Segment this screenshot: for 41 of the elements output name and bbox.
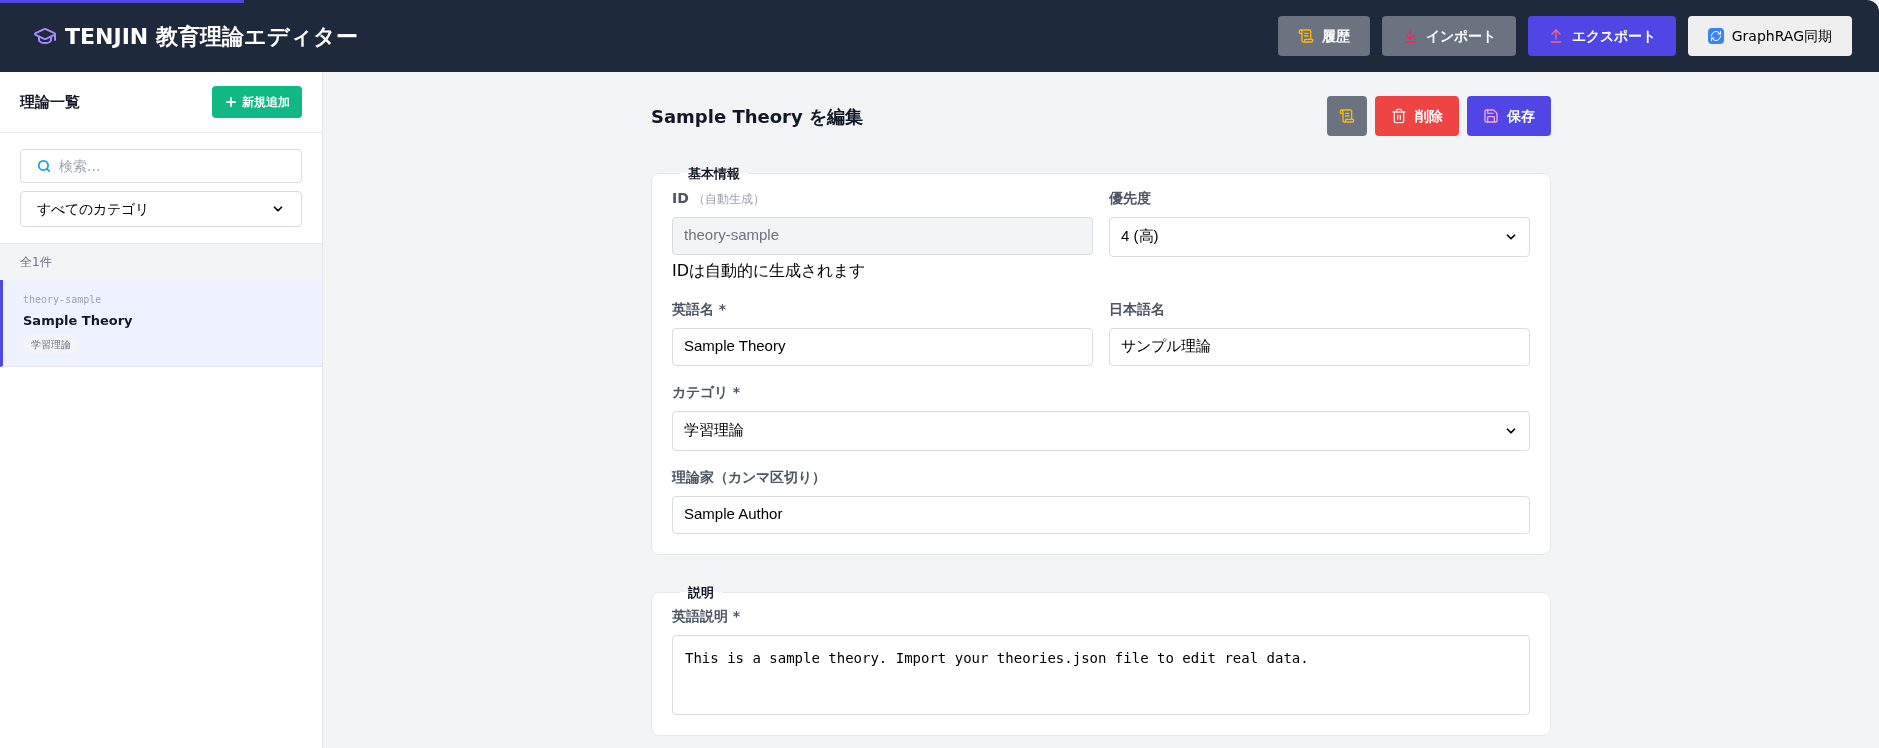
field-label: 日本語名	[1109, 299, 1165, 319]
category-tag: 学習理論	[23, 334, 79, 354]
scroll-icon	[1297, 28, 1314, 44]
text-area[interactable]: This is a sample theory. Import your theories.json file to edit real data.	[672, 635, 1530, 715]
field-hint: （自動生成）	[692, 190, 765, 208]
field-label: 優先度	[1109, 188, 1151, 208]
field-label: カテゴリ *	[672, 382, 741, 402]
sidebar-title: 理論一覧	[20, 91, 80, 113]
export-button[interactable]: エクスポート	[1527, 16, 1676, 56]
theory-name: Sample Theory	[23, 312, 133, 330]
history-button[interactable]	[1327, 96, 1367, 136]
text-field[interactable]: Sample Theory	[672, 327, 1093, 366]
theory-list-item[interactable]: theory-sample Sample Theory 学習理論	[0, 280, 322, 367]
text-field[interactable]: Sample Author	[672, 495, 1530, 534]
field-label: 英語名 *	[672, 299, 727, 319]
delete-button[interactable]: 削除	[1375, 96, 1459, 136]
field-label: 理論家（カンマ区切り）	[672, 467, 826, 487]
save-button[interactable]: 保存	[1467, 96, 1551, 136]
section-legend: 説明	[680, 582, 722, 602]
floppy-icon	[1483, 108, 1499, 124]
section-legend: 基本情報	[680, 164, 748, 184]
id-field[interactable]: theory-sample	[672, 216, 1093, 255]
field-label: ID	[672, 188, 689, 208]
field-label: 英語説明 *	[672, 607, 741, 626]
scroll-icon	[1339, 108, 1355, 124]
theory-id: theory-sample	[23, 293, 102, 307]
select-field[interactable]: 学習理論	[672, 410, 1530, 451]
text-field[interactable]: サンプル理論	[1109, 327, 1530, 366]
editor-title: Sample Theory を編集	[651, 104, 863, 129]
plus-icon	[224, 95, 238, 109]
app-title: TENJIN 教育理論エディター	[65, 22, 358, 51]
sync-button[interactable]: GraphRAG同期	[1687, 16, 1852, 56]
history-button[interactable]: 履歴	[1277, 16, 1370, 56]
search-icon	[37, 159, 51, 173]
trash-icon	[1391, 108, 1407, 124]
count-label: 全1件	[20, 254, 52, 271]
select-field[interactable]: 4 (高)	[1109, 216, 1530, 257]
help-text: IDは自動的に生成されます	[672, 259, 867, 282]
refresh-icon	[1707, 28, 1724, 44]
category-select[interactable]: すべてのカテゴリ	[20, 191, 302, 227]
import-button[interactable]: インポート	[1381, 16, 1516, 56]
